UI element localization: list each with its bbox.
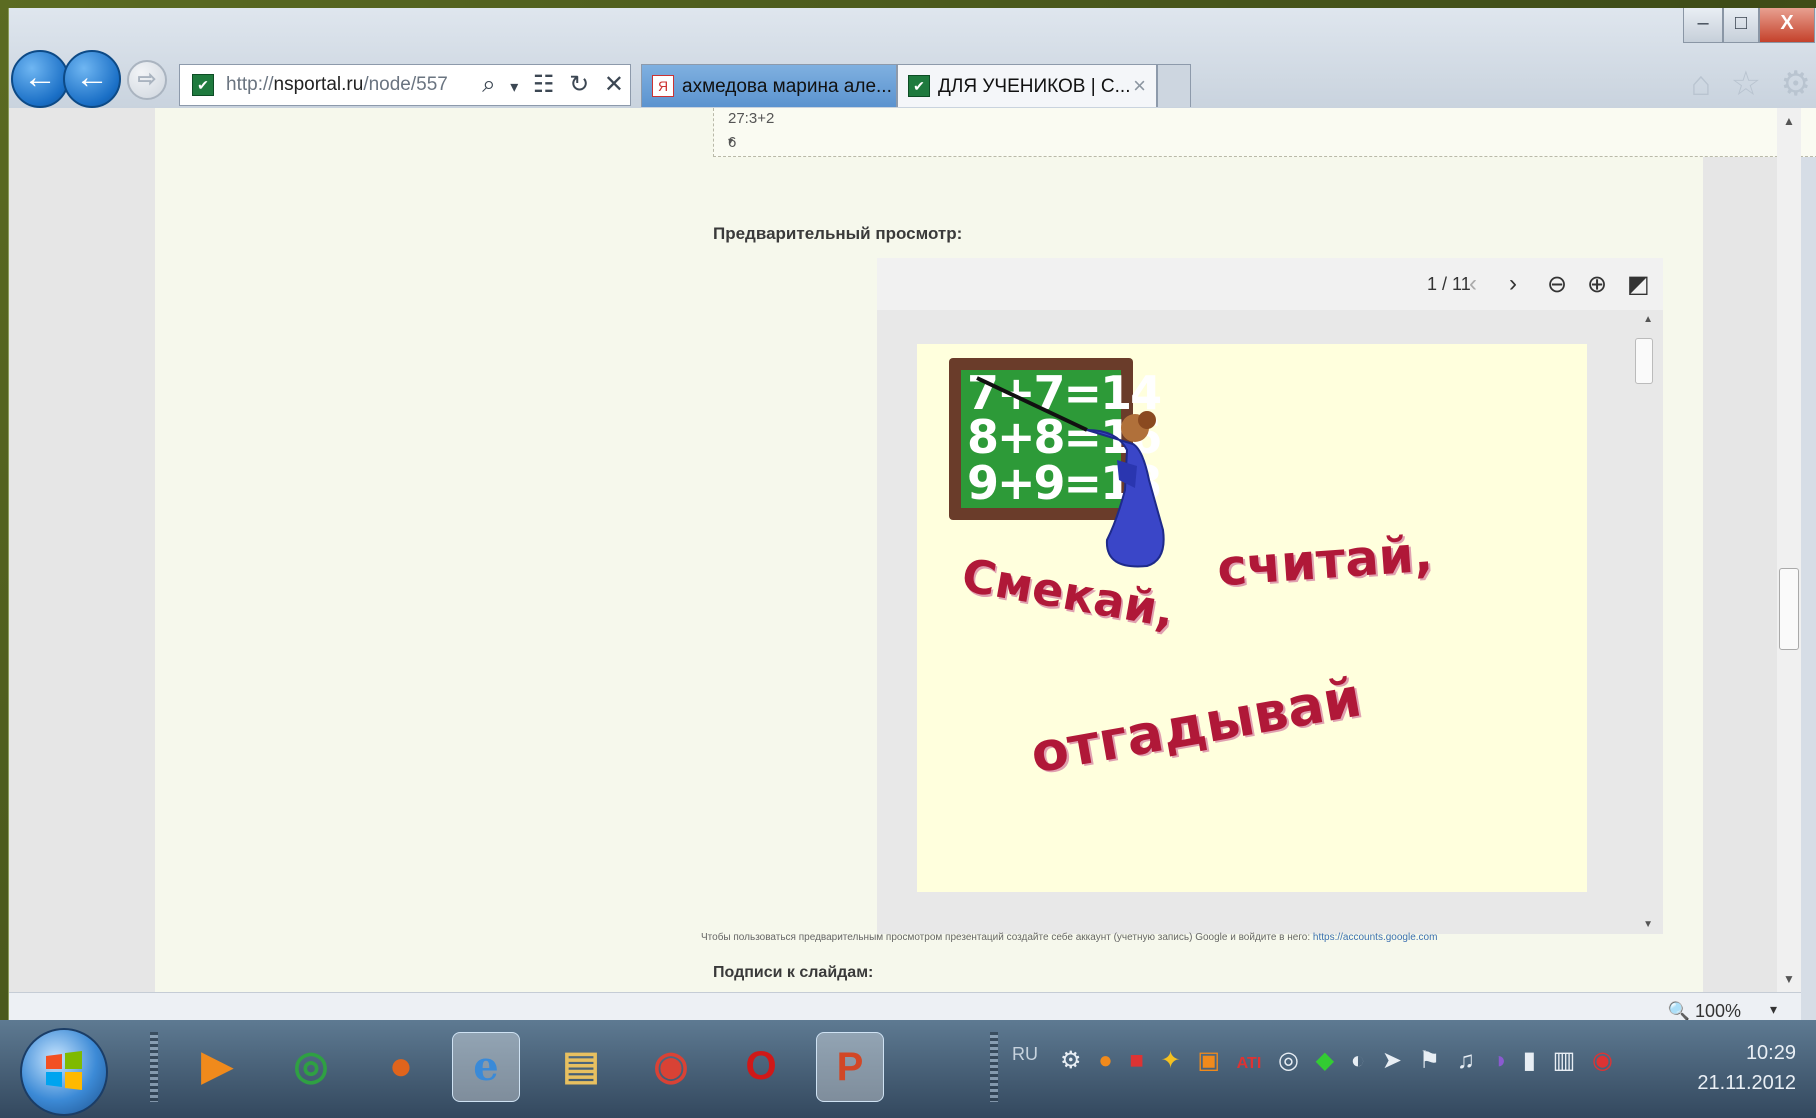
stop-icon[interactable]: ✕ [604, 71, 624, 98]
clock-date: 21.11.2012 [1697, 1072, 1796, 1094]
slide: 7+7=14 8+8=16 9+9=18 Смекай, считай, отг… [917, 344, 1587, 892]
settings-gear-icon[interactable]: ⚙ [1781, 65, 1811, 103]
back-arrow-icon: ← [23, 58, 57, 96]
scroll-down-icon[interactable]: ▾ [728, 136, 1814, 147]
windows-logo-icon [46, 1051, 82, 1090]
tray-grip[interactable] [990, 1032, 998, 1102]
forward-arrow-icon: ← [75, 58, 109, 96]
tray-icon[interactable]: ● [1098, 1047, 1113, 1074]
zoom-dropdown-icon[interactable]: ▾ [1770, 1001, 1777, 1018]
tab-nsportal[interactable]: ✔ ДЛЯ УЧЕНИКОВ | С... × [897, 64, 1157, 107]
action-center-flag-icon[interactable]: ⚑ [1419, 1047, 1441, 1074]
captions-heading: Подписи к слайдам: [713, 964, 874, 981]
taskbar-grip[interactable] [150, 1032, 158, 1102]
refresh-icon[interactable]: ↻ [569, 71, 589, 98]
zoom-out-icon[interactable]: ⊖ [1547, 270, 1567, 299]
compatibility-view-icon[interactable]: ☷ [533, 71, 555, 98]
internet-explorer-icon[interactable]: e [452, 1032, 520, 1102]
network-signal-icon[interactable]: ▮ [1523, 1047, 1536, 1074]
tray-icon[interactable]: ✦ [1161, 1047, 1181, 1074]
browser-toolbar: – □ X ← ← ⇨ ✔ http://nsportal.ru/node/55… [9, 8, 1816, 108]
clock-time: 10:29 [1745, 1042, 1796, 1064]
scroll-up-icon[interactable]: ▲ [1783, 114, 1795, 128]
tray-icon[interactable]: ATI [1237, 1055, 1262, 1072]
tray-icon[interactable]: ■ [1129, 1047, 1144, 1074]
history-button[interactable]: ⇨ [127, 60, 167, 100]
tray-icon[interactable]: ♫ [1457, 1047, 1475, 1074]
back-button[interactable]: ← [11, 50, 69, 108]
slide-viewer: ▲ ▼ 7+7=14 8+8=16 9+9=18 Смекай, считай,… [877, 310, 1663, 934]
viewer-scrollbar-thumb[interactable] [1635, 338, 1653, 384]
address-url[interactable]: http://nsportal.ru/node/557 [226, 74, 448, 96]
system-clock[interactable]: 10:29 21.11.2012 [1697, 1038, 1796, 1098]
teacher-illustration [976, 376, 1165, 568]
media-player-icon[interactable]: ▶ [184, 1032, 250, 1100]
powerpoint-icon[interactable]: P [816, 1032, 884, 1102]
viewer-toolbar: 1 / 11 ‹ › ⊖ ⊕ ◩ [877, 258, 1663, 310]
network-icon[interactable]: ◎ [278, 1032, 344, 1100]
google-accounts-link[interactable]: https://accounts.google.com [1313, 932, 1438, 943]
scroll-down-icon[interactable]: ▼ [1783, 972, 1795, 986]
slide-text-line3: отгадывай [1026, 665, 1366, 786]
power-icon[interactable]: ▥ [1553, 1047, 1576, 1074]
language-indicator[interactable]: RU [1012, 1044, 1038, 1065]
tab-label: ДЛЯ УЧЕНИКОВ | С... [938, 76, 1131, 97]
taskbar: ▶ ◎ ● e ▤ ◉ O P RU ⚙ ● ■ ✦ ▣ ATI ◎ ◆ ◐ ➤… [0, 1020, 1816, 1118]
viewer-scroll-down-icon[interactable]: ▼ [1643, 919, 1653, 930]
popout-icon[interactable]: ◩ [1627, 270, 1650, 299]
scrollbar-thumb[interactable] [1779, 568, 1799, 650]
viewer-scroll-up-icon[interactable]: ▲ [1643, 314, 1653, 325]
code-line: 27:3+2 [728, 110, 775, 127]
tray-icon[interactable]: ◉ [1592, 1047, 1613, 1074]
restore-button[interactable]: □ [1723, 8, 1759, 43]
page-indicator: 1 / 11 [1427, 274, 1471, 294]
tab-label: ахмедова марина але... [682, 76, 892, 97]
yandex-icon: Я [652, 75, 674, 97]
preview-heading: Предварительный просмотр: [713, 224, 963, 243]
address-bar[interactable]: ✔ http://nsportal.ru/node/557 ⌕ ▾ ☷ ↻ ✕ [179, 64, 631, 106]
dropdown-icon[interactable]: ▾ [510, 79, 518, 96]
home-icon[interactable]: ⌂ [1691, 65, 1712, 103]
tray-icon[interactable]: ▣ [1197, 1047, 1220, 1074]
chrome-icon[interactable]: ◉ [638, 1032, 704, 1100]
page-body: 27:3+2 6 ▾ Предварительный просмотр: 1 /… [155, 108, 1816, 992]
prev-page-icon[interactable]: ‹ [1469, 270, 1477, 298]
zoom-in-icon[interactable]: ⊕ [1587, 270, 1607, 299]
page-scrollbar[interactable]: ▲ ▼ [1777, 108, 1801, 992]
volume-icon[interactable]: ◐ [1351, 1047, 1366, 1074]
start-button[interactable] [20, 1028, 108, 1116]
tab-close-icon[interactable]: × [1133, 73, 1146, 99]
tray-icon[interactable]: ◎ [1278, 1047, 1299, 1074]
tray-icon[interactable]: ➤ [1382, 1047, 1402, 1074]
zoom-level[interactable]: 🔍 100% [1668, 1001, 1741, 1022]
preview-disclaimer: Чтобы пользоваться предварительным просм… [701, 932, 1438, 943]
file-explorer-icon[interactable]: ▤ [548, 1032, 614, 1100]
opera-icon[interactable]: O [728, 1032, 794, 1100]
browser-window: – □ X ← ← ⇨ ✔ http://nsportal.ru/node/55… [8, 8, 1816, 1029]
arrow-icon: ⇨ [137, 66, 157, 91]
forward-button[interactable]: ← [63, 50, 121, 108]
nsportal-icon: ✔ [908, 75, 930, 97]
firefox-icon[interactable]: ● [368, 1032, 434, 1100]
page-viewport: 27:3+2 6 ▾ Предварительный просмотр: 1 /… [9, 108, 1816, 992]
tray-icon[interactable]: ⚙ [1060, 1047, 1082, 1074]
system-tray: ⚙ ● ■ ✦ ▣ ATI ◎ ◆ ◐ ➤ ⚑ ♫ ◑ ▮ ▥ ◉ [1060, 1046, 1623, 1075]
next-page-icon[interactable]: › [1509, 270, 1517, 298]
favorites-star-icon[interactable]: ☆ [1731, 65, 1761, 103]
close-button[interactable]: X [1759, 8, 1815, 43]
code-box: 27:3+2 6 ▾ [713, 108, 1816, 157]
minimize-button[interactable]: – [1683, 8, 1723, 43]
tray-icon[interactable]: ◑ [1492, 1047, 1507, 1074]
tab-yandex[interactable]: Я ахмедова марина але... [641, 64, 897, 107]
tray-icon[interactable]: ◆ [1316, 1047, 1334, 1074]
search-icon[interactable]: ⌕ [482, 71, 495, 98]
site-favicon-icon: ✔ [192, 74, 214, 96]
new-tab-button[interactable] [1157, 64, 1191, 107]
slide-text-line2: считай, [1215, 524, 1435, 598]
